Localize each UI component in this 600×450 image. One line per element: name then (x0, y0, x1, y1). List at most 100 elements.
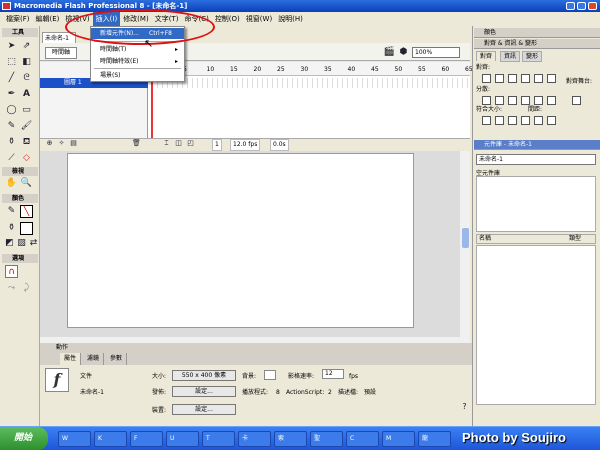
stroke-color-icon[interactable]: ✎ (5, 205, 18, 218)
menu-item-label: 時間軸特效(E) (100, 58, 139, 65)
edit-scene-icon[interactable]: 🎬 (383, 46, 396, 59)
menu-7[interactable]: 控制(O) (212, 12, 243, 26)
taskbar-button-10[interactable]: 龍 (418, 431, 451, 447)
align-button-icon[interactable] (495, 116, 504, 125)
align-panel-header[interactable]: 對齊 & 資訊 & 變形 (474, 39, 600, 49)
swap-colors-icon[interactable]: ⇄ (27, 237, 40, 250)
background-color-swatch[interactable] (264, 370, 276, 380)
align-button-icon[interactable] (534, 116, 543, 125)
minimize-button[interactable] (566, 2, 575, 10)
align-button-icon[interactable] (508, 116, 517, 125)
selection-tool-icon[interactable]: ➤ (5, 40, 18, 53)
align-button-icon[interactable] (547, 116, 556, 125)
align-button-icon[interactable] (508, 74, 517, 83)
menu-9[interactable]: 說明(H) (275, 12, 306, 26)
insert-menu-item-2[interactable]: 時間軸特效(E) ▸ (91, 56, 184, 67)
vertical-scroll-thumb[interactable] (462, 228, 469, 248)
ink-bottle-tool-icon[interactable]: ⚱ (5, 136, 18, 149)
align-button-icon[interactable] (521, 116, 530, 125)
properties-tab-1[interactable]: 濾鏡 (83, 353, 105, 365)
line-tool-icon[interactable]: ╱ (5, 72, 18, 85)
help-icon[interactable]: ? (458, 400, 471, 413)
pen-tool-icon[interactable]: ✒ (5, 88, 18, 101)
align-button-icon[interactable] (547, 74, 556, 83)
zoom-select[interactable]: 100% (412, 47, 460, 58)
frame-rate-input[interactable]: 12 (322, 369, 344, 379)
stage[interactable] (67, 153, 414, 328)
fill-color-icon[interactable]: ⚱ (5, 222, 18, 235)
align-panel-tab-0[interactable]: 對齊 (476, 51, 497, 61)
taskbar-button-1[interactable]: K (94, 431, 127, 447)
match-size-label: 符合大小: (476, 106, 503, 113)
timeline-toggle-button[interactable]: 時間軸 (45, 47, 77, 59)
delete-layer-icon[interactable]: 🗑 (130, 138, 143, 149)
size-button[interactable]: 550 x 400 像素 (172, 370, 236, 381)
taskbar-button-9[interactable]: M (382, 431, 415, 447)
eraser-tool-icon[interactable]: ◇ (20, 152, 33, 165)
insert-menu-item-3[interactable]: 場景(S) (91, 70, 184, 81)
align-button-icon[interactable] (521, 74, 530, 83)
align-button-icon[interactable] (482, 74, 491, 83)
gradient-transform-tool-icon[interactable]: ◧ (20, 56, 33, 69)
text-tool-icon[interactable]: A (20, 88, 33, 101)
straighten-icon[interactable]: ⤸ (20, 282, 33, 295)
align-button-icon[interactable] (547, 96, 556, 105)
publish-settings-button[interactable]: 設定... (172, 386, 236, 397)
rectangle-tool-icon[interactable]: ▭ (20, 104, 33, 117)
oval-tool-icon[interactable]: ◯ (5, 104, 18, 117)
start-button[interactable]: 開始 (0, 427, 48, 450)
taskbar-button-8[interactable]: C (346, 431, 379, 447)
library-item-list[interactable] (476, 245, 596, 405)
align-panel-tab-2[interactable]: 變形 (522, 51, 543, 62)
library-col-type[interactable]: 類型 (569, 235, 581, 243)
paint-bucket-tool-icon[interactable]: ⛾ (20, 136, 33, 149)
actions-panel-header[interactable]: 動作 (40, 343, 472, 353)
align-button-icon[interactable] (495, 74, 504, 83)
zoom-tool-icon[interactable]: 🔍 (20, 177, 33, 190)
menu-8[interactable]: 視窗(W) (243, 12, 275, 26)
free-transform-tool-icon[interactable]: ⬚ (5, 56, 18, 69)
taskbar-button-4[interactable]: T (202, 431, 235, 447)
brush-tool-icon[interactable]: 🖌 (20, 120, 33, 133)
align-button-icon[interactable] (508, 96, 517, 105)
edit-symbol-icon[interactable]: ⬢ (397, 46, 410, 59)
align-to-stage-toggle[interactable] (572, 96, 581, 105)
onion-outline-icon[interactable]: ◰ (184, 138, 197, 149)
subselection-tool-icon[interactable]: ⇗ (20, 40, 33, 53)
taskbar-button-2[interactable]: F (130, 431, 163, 447)
taskbar-button-3[interactable]: U (166, 431, 199, 447)
taskbar-button-6[interactable]: 索 (274, 431, 307, 447)
taskbar-button-7[interactable]: 聖 (310, 431, 343, 447)
library-panel-header[interactable]: 元件庫 - 未命名-1 (474, 140, 600, 150)
eyedropper-tool-icon[interactable]: ⟋ (5, 152, 18, 165)
properties-tab-2[interactable]: 參數 (106, 353, 128, 365)
taskbar-button-0[interactable]: W (58, 431, 91, 447)
align-button-icon[interactable] (482, 116, 491, 125)
taskbar-button-5[interactable]: 卡 (238, 431, 271, 447)
maximize-button[interactable] (577, 2, 586, 10)
insert-menu-item-1[interactable]: 時間軸(T) ▸ (91, 44, 184, 55)
menu-1[interactable]: 編輯(E) (33, 12, 63, 26)
add-folder-icon[interactable]: ▤ (67, 138, 80, 149)
menu-0[interactable]: 檔案(F) (3, 12, 33, 26)
devices-settings-button[interactable]: 設定... (172, 404, 236, 415)
layer-frames[interactable] (148, 78, 470, 88)
properties-tab-0[interactable]: 屬性 (60, 353, 82, 365)
hand-tool-icon[interactable]: ✋ (5, 177, 18, 190)
snap-magnet-icon[interactable]: ∩ (5, 265, 18, 278)
align-panel-tab-1[interactable]: 資訊 (500, 51, 521, 62)
align-button-icon[interactable] (534, 96, 543, 105)
lasso-tool-icon[interactable]: ᘓ (20, 72, 33, 85)
align-button-icon[interactable] (521, 96, 530, 105)
library-document-select[interactable]: 未命名-1 (476, 154, 596, 165)
fill-color-swatch[interactable] (20, 222, 33, 235)
align-button-icon[interactable] (534, 74, 543, 83)
align-button-icon[interactable] (495, 96, 504, 105)
stroke-color-swatch[interactable]: ╲ (20, 205, 33, 218)
library-col-name[interactable]: 名稱 (479, 235, 491, 243)
close-button[interactable] (588, 2, 597, 10)
smooth-icon[interactable]: ⤳ (5, 282, 18, 295)
align-button-icon[interactable] (482, 96, 491, 105)
color-panel-header[interactable]: 顏色 (474, 28, 600, 38)
pencil-tool-icon[interactable]: ✎ (5, 120, 18, 133)
